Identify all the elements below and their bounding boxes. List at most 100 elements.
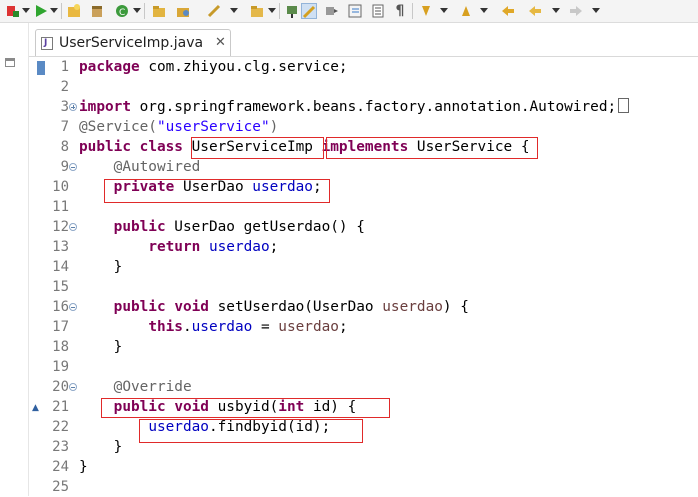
debug-dropdown-icon[interactable] xyxy=(22,8,30,13)
code-line[interactable]: 15 xyxy=(29,277,698,297)
new-java-project-icon[interactable] xyxy=(66,3,82,19)
next-annotation-down-icon[interactable] xyxy=(418,3,434,19)
highlight-box-call xyxy=(139,419,363,443)
code-text: @Autowired xyxy=(113,159,201,175)
code-text: this.userdao = userdao; xyxy=(148,319,348,335)
line-number: 11 xyxy=(52,199,69,215)
highlight-box-implements xyxy=(326,137,538,159)
search-icon[interactable] xyxy=(206,3,222,19)
code-line[interactable]: 9 @Autowired xyxy=(29,157,698,177)
show-whitespace-icon[interactable]: ¶ xyxy=(392,3,408,19)
close-tab-icon[interactable]: ✕ xyxy=(215,35,226,50)
block-selection-icon[interactable] xyxy=(347,3,363,19)
restore-view-icon[interactable] xyxy=(5,58,15,67)
line-number: 16 xyxy=(52,299,69,315)
line-number: 10 xyxy=(52,179,69,195)
run-dropdown-icon[interactable] xyxy=(50,8,58,13)
back-arrow-icon[interactable] xyxy=(527,3,543,19)
code-line[interactable]: 1 package com.zhiyou.clg.service; xyxy=(29,57,698,77)
line-number: 22 xyxy=(52,419,69,435)
folded-imports-indicator[interactable] xyxy=(618,98,630,113)
search-dropdown-icon[interactable] xyxy=(230,8,238,13)
code-line[interactable]: 22 userdao.findbyid(id); xyxy=(29,417,698,437)
svg-text:C: C xyxy=(119,8,125,18)
line-number: 23 xyxy=(52,439,69,455)
collapse-fold-icon[interactable] xyxy=(69,303,77,311)
line-number: 19 xyxy=(52,359,69,375)
code-text: } xyxy=(79,259,123,275)
highlight-box-field xyxy=(104,179,330,203)
line-number: 8 xyxy=(60,139,69,155)
code-line[interactable]: 14 } xyxy=(29,257,698,277)
code-text: public UserDao getUserdao() { xyxy=(113,219,365,235)
code-line[interactable]: 2 xyxy=(29,77,698,97)
java-file-icon: J xyxy=(41,37,53,50)
code-line[interactable]: 17 this.userdao = userdao; xyxy=(29,317,698,337)
word-wrap-icon[interactable] xyxy=(370,3,386,19)
back-dropdown-icon[interactable] xyxy=(552,8,560,13)
code-line[interactable]: 3 import org.springframework.beans.factor… xyxy=(29,97,698,117)
code-line[interactable]: 20 @Override xyxy=(29,377,698,397)
line-number: 9 xyxy=(60,159,69,175)
code-line[interactable]: 13 return userdao; xyxy=(29,237,698,257)
code-text: return userdao; xyxy=(148,239,279,255)
new-dropdown-icon[interactable] xyxy=(133,8,141,13)
last-edit-location-icon[interactable] xyxy=(500,3,516,19)
line-number: 14 xyxy=(52,259,69,275)
run-icon[interactable] xyxy=(33,3,49,19)
highlight-box-class-name xyxy=(191,137,324,159)
open-folder-icon[interactable] xyxy=(249,3,265,19)
code-editor[interactable]: 1 package com.zhiyou.clg.service; 2 3 import… xyxy=(29,57,698,496)
collapse-fold-icon[interactable] xyxy=(69,163,77,171)
forward-arrow-icon[interactable] xyxy=(568,3,584,19)
tab-label: UserServiceImp.java xyxy=(59,35,204,51)
line-number: 1 xyxy=(60,59,69,75)
code-line[interactable]: 7 @Service("userService") xyxy=(29,117,698,137)
previous-dropdown-icon[interactable] xyxy=(480,8,488,13)
line-number: 7 xyxy=(60,119,69,135)
open-resource-icon[interactable] xyxy=(175,3,191,19)
previous-annotation-up-icon[interactable] xyxy=(458,3,474,19)
main-toolbar: C ¶ xyxy=(0,0,698,23)
expand-fold-icon[interactable] xyxy=(69,103,77,111)
editor-tab-bar: J UserServiceImp.java ✕ xyxy=(29,23,698,57)
line-number: 3 xyxy=(60,99,69,115)
debug-icon[interactable] xyxy=(4,3,20,19)
code-text: import org.springframework.beans.factory… xyxy=(79,97,630,117)
toggle-mark-occurrences-icon[interactable] xyxy=(284,3,300,19)
code-text: @Override xyxy=(113,379,192,395)
left-trim-panel xyxy=(0,23,29,496)
code-text: package com.zhiyou.clg.service; xyxy=(79,59,348,75)
override-indicator-icon[interactable]: ▲ xyxy=(32,403,39,413)
code-line[interactable]: 23 } xyxy=(29,437,698,457)
code-line[interactable]: 24} xyxy=(29,457,698,477)
line-number: 21 xyxy=(52,399,69,415)
code-line[interactable]: 12 public UserDao getUserdao() { xyxy=(29,217,698,237)
code-line[interactable]: 16 public void setUserdao(UserDao userda… xyxy=(29,297,698,317)
line-number: 17 xyxy=(52,319,69,335)
collapse-fold-icon[interactable] xyxy=(69,223,77,231)
next-dropdown-icon[interactable] xyxy=(440,8,448,13)
collapse-fold-icon[interactable] xyxy=(69,383,77,391)
highlight-icon[interactable] xyxy=(301,3,317,19)
forward-dropdown-icon[interactable] xyxy=(592,8,600,13)
code-text: } xyxy=(79,459,88,475)
line-number: 2 xyxy=(60,79,69,95)
next-annotation-icon[interactable] xyxy=(323,3,339,19)
code-line[interactable]: 19 xyxy=(29,357,698,377)
new-class-icon[interactable]: C xyxy=(114,3,130,19)
line-number: 25 xyxy=(52,479,69,495)
line-number: 12 xyxy=(52,219,69,235)
editor-tab-userserviceimp[interactable]: J UserServiceImp.java ✕ xyxy=(35,29,231,56)
folder-dropdown-icon[interactable] xyxy=(268,8,276,13)
line-number: 18 xyxy=(52,339,69,355)
open-type-icon[interactable] xyxy=(151,3,167,19)
new-package-icon[interactable] xyxy=(89,3,105,19)
line-number: 24 xyxy=(52,459,69,475)
code-text: } xyxy=(79,339,123,355)
highlight-box-method xyxy=(101,398,390,418)
code-text: public void setUserdao(UserDao userdao) … xyxy=(113,299,469,315)
code-line[interactable]: 25 xyxy=(29,477,698,497)
line-number: 20 xyxy=(52,379,69,395)
code-line[interactable]: 18 } xyxy=(29,337,698,357)
